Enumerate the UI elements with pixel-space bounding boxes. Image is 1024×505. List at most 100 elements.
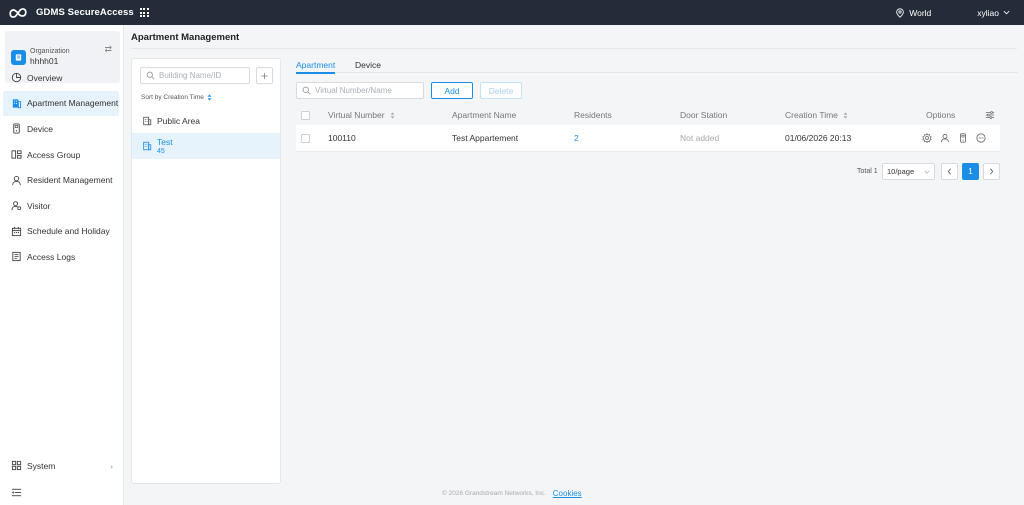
sort-icon xyxy=(207,94,212,101)
apps-grid-icon[interactable] xyxy=(139,8,149,17)
cookies-link[interactable]: Cookies xyxy=(553,489,582,498)
sidebar-item-access-logs[interactable]: Access Logs xyxy=(3,244,119,270)
building-item-test[interactable]: Test 45 xyxy=(132,133,280,159)
column-creation-time[interactable]: Creation Time xyxy=(785,110,848,120)
table-row[interactable]: 100110 Test Appartement 2 Not added 01/0… xyxy=(296,125,1000,152)
sidebar-item-resident-management[interactable]: Resident Management xyxy=(3,167,119,193)
chevron-down-icon xyxy=(1003,10,1010,15)
chevron-right-icon: › xyxy=(110,460,113,471)
column-residents: Residents xyxy=(574,110,612,120)
sidebar-nav: Overview Apartment Management Device Acc… xyxy=(3,65,119,270)
chevron-left-icon xyxy=(947,168,951,175)
sidebar-item-label: Access Logs xyxy=(27,251,76,262)
device-icon xyxy=(13,123,20,135)
next-page-button[interactable] xyxy=(983,163,1000,180)
access-group-icon xyxy=(11,150,22,159)
user-icon[interactable] xyxy=(940,133,950,143)
more-icon[interactable] xyxy=(976,133,986,143)
building-name: Test xyxy=(157,137,173,147)
user-menu[interactable]: xyliao xyxy=(977,8,1010,18)
building-search-input[interactable] xyxy=(159,71,249,80)
page-number-button[interactable]: 1 xyxy=(962,163,979,180)
collapse-sidebar-icon[interactable] xyxy=(11,487,22,498)
location-pin-icon xyxy=(896,7,904,18)
gear-icon[interactable] xyxy=(922,133,932,143)
tab-device[interactable]: Device xyxy=(355,60,381,70)
search-icon xyxy=(146,71,155,80)
building-icon xyxy=(143,116,152,126)
search-icon xyxy=(302,86,311,95)
column-settings-icon[interactable] xyxy=(985,110,995,120)
pie-chart-icon xyxy=(11,73,22,83)
table-header: Virtual Number Apartment Name Residents … xyxy=(296,105,1000,125)
delete-button[interactable]: Delete xyxy=(480,82,522,99)
calendar-icon xyxy=(11,226,22,236)
region-selector[interactable]: World xyxy=(895,8,931,18)
add-button[interactable]: Add xyxy=(431,82,473,99)
system-grid-icon xyxy=(11,460,22,471)
column-virtual-number[interactable]: Virtual Number xyxy=(328,110,395,120)
device-icon[interactable] xyxy=(958,133,968,143)
sidebar-item-label: Schedule and Holiday xyxy=(27,226,110,237)
apartment-table: Virtual Number Apartment Name Residents … xyxy=(296,105,1000,152)
cell-apartment-name: Test Appartement xyxy=(452,133,519,143)
chevron-down-icon xyxy=(924,170,930,174)
column-apartment-name: Apartment Name xyxy=(452,110,517,120)
sidebar-item-visitor[interactable]: Visitor xyxy=(3,193,119,219)
add-building-button[interactable]: + xyxy=(256,67,273,84)
sidebar-item-system[interactable]: System › xyxy=(3,453,119,478)
sort-selector[interactable]: Sort by Creation Time xyxy=(141,94,212,101)
visitor-icon xyxy=(11,201,22,211)
row-options xyxy=(922,133,986,143)
sidebar-item-label: Device xyxy=(27,123,53,134)
page-title: Apartment Management xyxy=(131,32,240,43)
building-count: 45 xyxy=(157,148,165,155)
plus-icon: + xyxy=(260,68,268,83)
tab-bar: Apartment Device xyxy=(296,58,1018,73)
app-title: GDMS SecureAccess xyxy=(36,7,134,18)
sidebar-item-label: Apartment Management xyxy=(27,98,119,109)
logo-icon xyxy=(9,7,27,18)
chevron-right-icon xyxy=(990,168,994,175)
logs-icon xyxy=(12,252,21,262)
sidebar: Organization hhhh01 ⇄ Overview Apartment… xyxy=(0,25,124,505)
apartment-search-input[interactable] xyxy=(315,86,420,95)
building-name: Public Area xyxy=(157,116,200,126)
sidebar-item-label: System xyxy=(27,460,56,471)
column-door-station: Door Station xyxy=(680,110,728,120)
top-bar: GDMS SecureAccess World xyliao xyxy=(0,0,1024,25)
organization-icon xyxy=(11,49,26,65)
select-all-checkbox[interactable] xyxy=(301,110,310,120)
sidebar-item-apartment-management[interactable]: Apartment Management xyxy=(3,90,119,117)
sort-label: Sort by Creation Time xyxy=(141,94,204,101)
row-checkbox[interactable] xyxy=(301,133,310,143)
page-size-value: 10/page xyxy=(887,167,915,176)
copyright-text: © 2026 Grandstream Networks, Inc. xyxy=(442,490,546,497)
building-item-public-area[interactable]: Public Area xyxy=(132,112,280,130)
page-size-select[interactable]: 10/page xyxy=(882,163,935,180)
building-icon xyxy=(12,99,22,108)
sidebar-item-device[interactable]: Device xyxy=(3,116,119,142)
building-search[interactable] xyxy=(140,67,250,84)
column-options: Options xyxy=(926,110,956,120)
sidebar-item-label: Visitor xyxy=(27,200,51,211)
tab-apartment[interactable]: Apartment xyxy=(296,60,335,70)
sidebar-item-schedule-and-holiday[interactable]: Schedule and Holiday xyxy=(3,219,119,245)
sidebar-item-label: Access Group xyxy=(27,149,81,160)
cell-creation-time: 01/06/2026 20:13 xyxy=(785,133,852,143)
total-count: Total 1 xyxy=(857,168,878,175)
apartment-search[interactable] xyxy=(296,82,424,99)
building-panel: + Sort by Creation Time Public Area Test… xyxy=(131,58,281,484)
sidebar-item-access-group[interactable]: Access Group xyxy=(3,142,119,168)
active-tab-indicator xyxy=(296,72,335,74)
region-label: World xyxy=(909,7,932,18)
cell-door-station: Not added xyxy=(680,133,720,143)
organization-label: Organization xyxy=(30,48,70,55)
sidebar-item-overview[interactable]: Overview xyxy=(3,65,119,91)
switch-icon[interactable]: ⇄ xyxy=(104,44,112,55)
footer: © 2026 Grandstream Networks, Inc. Cookie… xyxy=(442,489,582,498)
username: xyliao xyxy=(977,7,999,18)
sidebar-item-label: Resident Management xyxy=(27,175,113,186)
cell-residents-link[interactable]: 2 xyxy=(574,133,579,143)
prev-page-button[interactable] xyxy=(941,163,958,180)
